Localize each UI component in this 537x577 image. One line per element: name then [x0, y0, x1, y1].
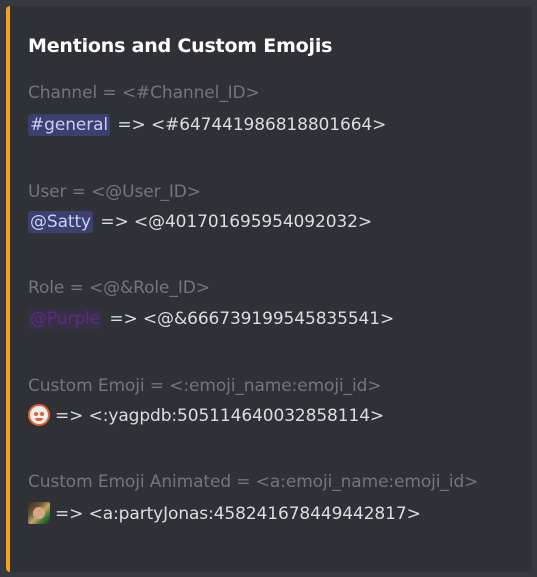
channel-syntax-label: Channel = <#Channel_ID>	[28, 83, 260, 103]
user-syntax-label: User = <@User_ID>	[28, 182, 201, 202]
animated-emoji-example-row: => <a:partyJonas:458241678449442817>	[28, 502, 421, 525]
animated-emoji-id-value: => <a:partyJonas:458241678449442817>	[55, 504, 421, 524]
user-example-row: @Satty => <@401701695954092032>	[28, 211, 372, 233]
channel-example-row: #general => <#647441986818801664>	[28, 114, 386, 136]
yagpdb-emoji-icon[interactable]	[28, 404, 50, 426]
custom-emoji-example-row: => <:yagpdb:505114640032858114>	[28, 404, 384, 427]
party-jonas-emoji-icon[interactable]	[28, 502, 50, 524]
user-id-value: => <@401701695954092032>	[100, 212, 372, 232]
animated-emoji-syntax-label: Custom Emoji Animated = <a:emoji_name:em…	[28, 472, 479, 492]
embed-title: Mentions and Custom Emojis	[28, 35, 333, 57]
role-mention[interactable]: @Purple	[28, 308, 102, 330]
role-example-row: @Purple => <@&666739199545835541>	[28, 308, 394, 330]
custom-emoji-syntax-label: Custom Emoji = <:emoji_name:emoji_id>	[28, 376, 382, 396]
channel-mention[interactable]: #general	[28, 114, 111, 136]
custom-emoji-id-value: => <:yagpdb:505114640032858114>	[55, 406, 385, 426]
user-mention[interactable]: @Satty	[28, 211, 94, 233]
embed-card: Mentions and Custom Emojis Channel = <#C…	[6, 6, 532, 572]
role-syntax-label: Role = <@&Role_ID>	[28, 278, 210, 298]
channel-id-value: => <#647441986818801664>	[117, 115, 387, 135]
role-id-value: => <@&666739199545835541>	[109, 309, 395, 329]
